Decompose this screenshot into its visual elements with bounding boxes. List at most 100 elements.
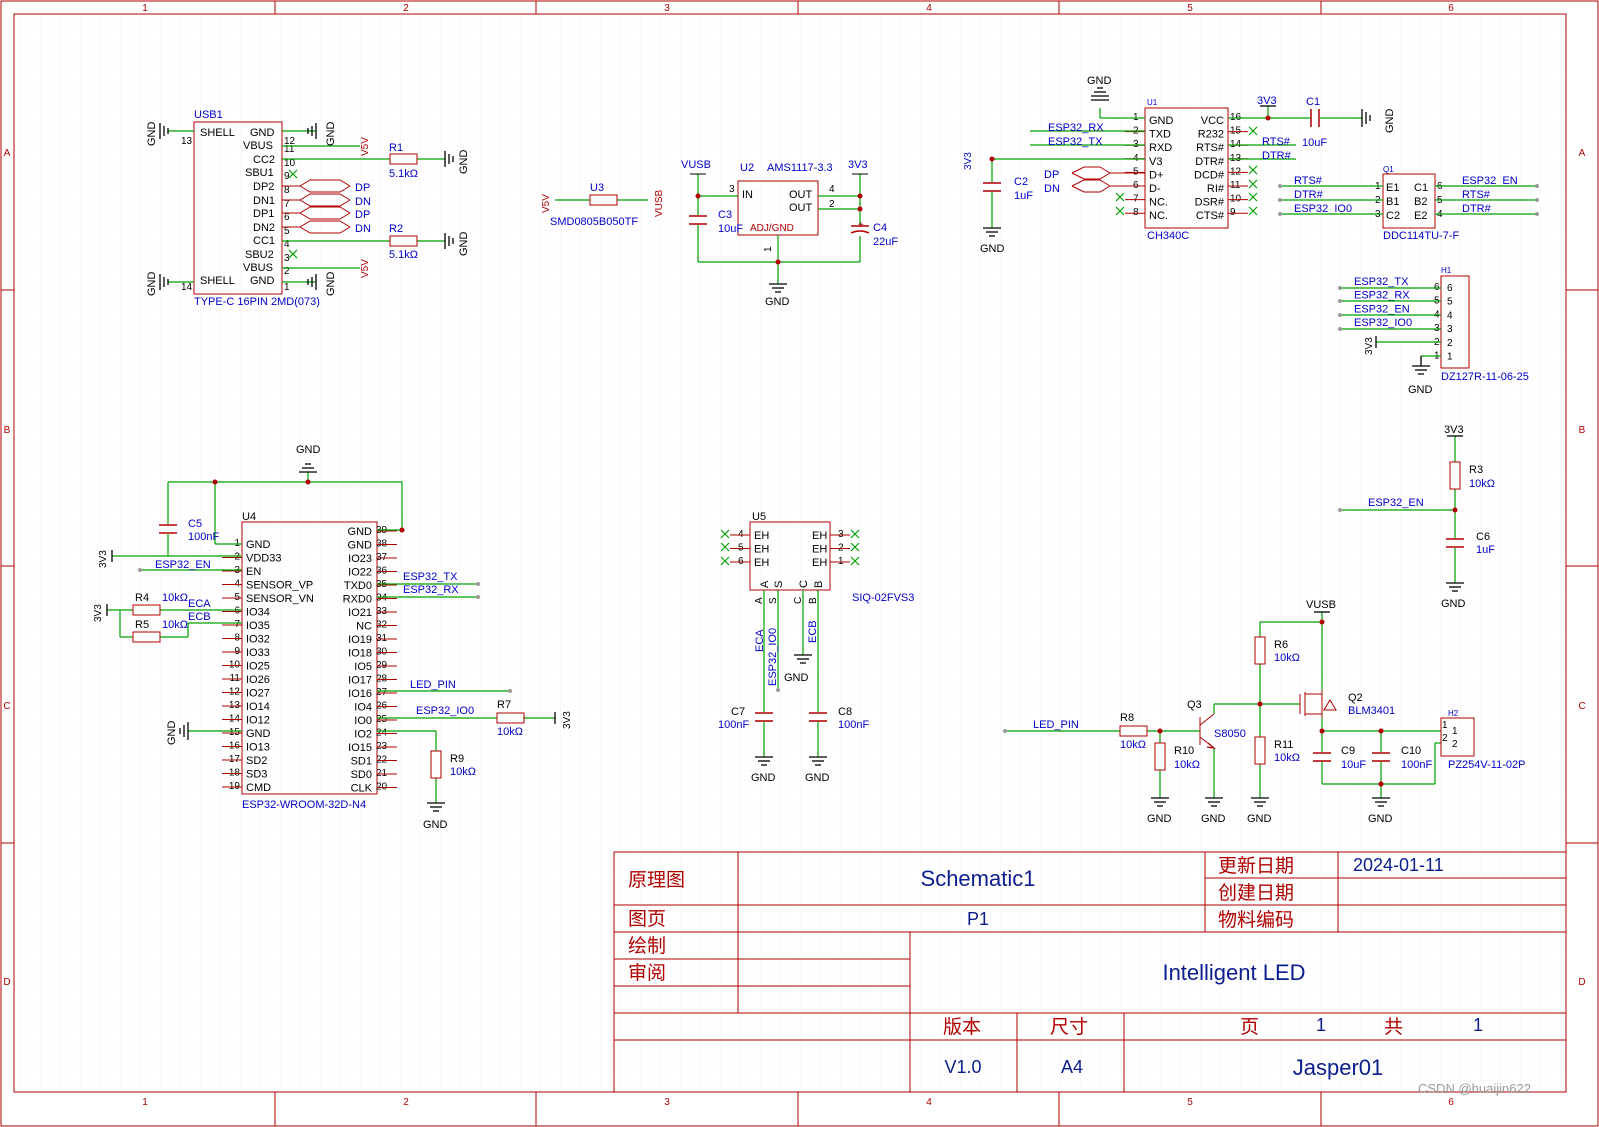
u4-gnd-top: GND <box>296 444 321 456</box>
u4-left-pin: IO33 <box>246 647 270 659</box>
h1-net: ESP32_IO0 <box>1354 317 1412 329</box>
c10-gnd: GND <box>1368 813 1393 825</box>
u1-rts-net: RTS# <box>1262 136 1291 148</box>
usb-pin-number: 9 <box>284 171 290 182</box>
c7-value: 100nF <box>718 719 749 731</box>
u5-right-pin: EH <box>812 530 827 542</box>
c4-value: 22uF <box>873 236 898 248</box>
u1-net-txd: ESP32_RX <box>1048 122 1104 134</box>
u1-right-pin: VCC <box>1201 115 1224 127</box>
u4-right-pin: IO2 <box>354 729 372 741</box>
r10-value: 10kΩ <box>1174 759 1200 771</box>
border-col-top: 2 <box>403 3 409 14</box>
u4-left-pin: SENSOR_VN <box>246 593 314 605</box>
usb-pin-name: VBUS <box>243 262 273 274</box>
r5-value: 10kΩ <box>162 619 188 631</box>
u3-vusb: VUSB <box>654 189 665 217</box>
dp-net-1: DP <box>355 182 370 194</box>
u1-dn-net: DN <box>1044 183 1060 195</box>
u5-bottom-pin: S <box>773 581 785 588</box>
u2-model: AMS1117-3.3 <box>767 162 833 174</box>
usb-pin-name: GND <box>250 275 275 287</box>
u4-right-pin: IO0 <box>354 715 372 727</box>
r3-3v3: 3V3 <box>1444 424 1464 436</box>
usb-pin-number: 1 <box>284 282 290 293</box>
usb-pin-number: 3 <box>284 253 290 264</box>
dp-net-2: DP <box>355 209 370 221</box>
usb-pin-name: CC1 <box>253 235 275 247</box>
tb-drawn-label: 绘制 <box>628 935 666 957</box>
c1-gnd: GND <box>1384 109 1396 134</box>
q1-out-net: ESP32_EN <box>1462 175 1518 187</box>
u4-right-pin: IO5 <box>354 661 372 673</box>
v5v-net-1: V5V <box>360 137 371 156</box>
u2-pn-2: 2 <box>829 199 835 210</box>
u4-left-pin: GND <box>246 539 271 551</box>
c10-ref: C10 <box>1401 745 1421 757</box>
r9-ref: R9 <box>450 753 464 765</box>
u4-left-pin: IO26 <box>246 674 270 686</box>
u5-bottom-pin: A <box>759 580 771 588</box>
h1-pin-label: 5 <box>1447 297 1453 308</box>
u1-dtr-net: DTR# <box>1262 150 1292 162</box>
u5-right-pin: EH <box>812 544 827 556</box>
u4-right-pin: SD1 <box>351 756 372 768</box>
border-col-top: 4 <box>926 3 932 14</box>
q1-in-net: DTR# <box>1294 189 1324 201</box>
c3-value: 10uF <box>718 223 743 235</box>
u4-right-pin: CLK <box>351 783 373 795</box>
u1-right-pin: RI# <box>1207 183 1225 195</box>
u4-right-pin: RXD0 <box>343 594 372 606</box>
usb-gnd-3: GND <box>325 122 337 147</box>
u4-tx-net: ESP32_TX <box>403 571 458 583</box>
c8-value: 100nF <box>838 719 869 731</box>
u1-gnd-top: GND <box>1087 75 1112 87</box>
usb-pin-name: SHELL <box>200 127 235 139</box>
border-col-bottom: 5 <box>1187 1097 1193 1108</box>
tb-review-label: 审阅 <box>628 962 666 984</box>
q1-left-pin: E1 <box>1386 182 1399 194</box>
u5-ref: U5 <box>752 511 766 523</box>
u4-right-pin: IO21 <box>348 607 372 619</box>
u1-left-pin: NC. <box>1149 197 1168 209</box>
usb-pin-number: 5 <box>284 226 290 237</box>
u5-model: SIQ-02FVS3 <box>852 592 914 604</box>
r8-value: 10kΩ <box>1120 739 1146 751</box>
r3-ref: R3 <box>1469 464 1483 476</box>
tb-update-value: 2024-01-11 <box>1353 855 1444 875</box>
r6-ref: R6 <box>1274 639 1288 651</box>
v5v-net-2: V5V <box>360 259 371 278</box>
u4-left-pin: SD2 <box>246 755 267 767</box>
usb-pin-number: 13 <box>181 136 193 147</box>
u5-bottom-pin-label: S <box>768 597 779 604</box>
c2-value: 1uF <box>1014 190 1033 202</box>
usb-pin-number: 14 <box>181 282 193 293</box>
u4-left-pin: IO13 <box>246 742 270 754</box>
usb-gnd-4: GND <box>325 272 337 297</box>
h1-gnd: GND <box>1408 384 1433 396</box>
svg-text:+: + <box>858 220 864 231</box>
u5-io0-net: ESP32_IO0 <box>767 628 779 686</box>
border-row-left: C <box>3 701 10 712</box>
u4-ecb-net: ECB <box>188 611 211 623</box>
c6-ref: C6 <box>1476 531 1490 543</box>
r9-value: 10kΩ <box>450 766 476 778</box>
u1-ref: U1 <box>1147 98 1158 107</box>
u2-pin-adj: ADJ/GND <box>750 223 794 234</box>
u2-pin-out-1: OUT <box>789 189 813 201</box>
r11-ref: R11 <box>1274 739 1293 751</box>
c6-gnd: GND <box>1441 598 1466 610</box>
u4-right-pin: SD0 <box>351 769 372 781</box>
tb-version-label: 版本 <box>943 1016 981 1038</box>
r9-gnd: GND <box>423 819 448 831</box>
usb-pin-number: 10 <box>284 158 296 169</box>
u1-right-pin: R232 <box>1198 129 1224 141</box>
u3-model: SMD0805B050TF <box>550 216 638 228</box>
u4-io0-net: ESP32_IO0 <box>416 705 474 717</box>
u4-right-pin: GND <box>348 540 373 552</box>
usb-ref: USB1 <box>194 109 223 121</box>
u4-eca-net: ECA <box>188 598 211 610</box>
q3-gnd: GND <box>1201 813 1226 825</box>
u4-left-pin: IO35 <box>246 620 270 632</box>
u4-left-pin: IO27 <box>246 688 270 700</box>
